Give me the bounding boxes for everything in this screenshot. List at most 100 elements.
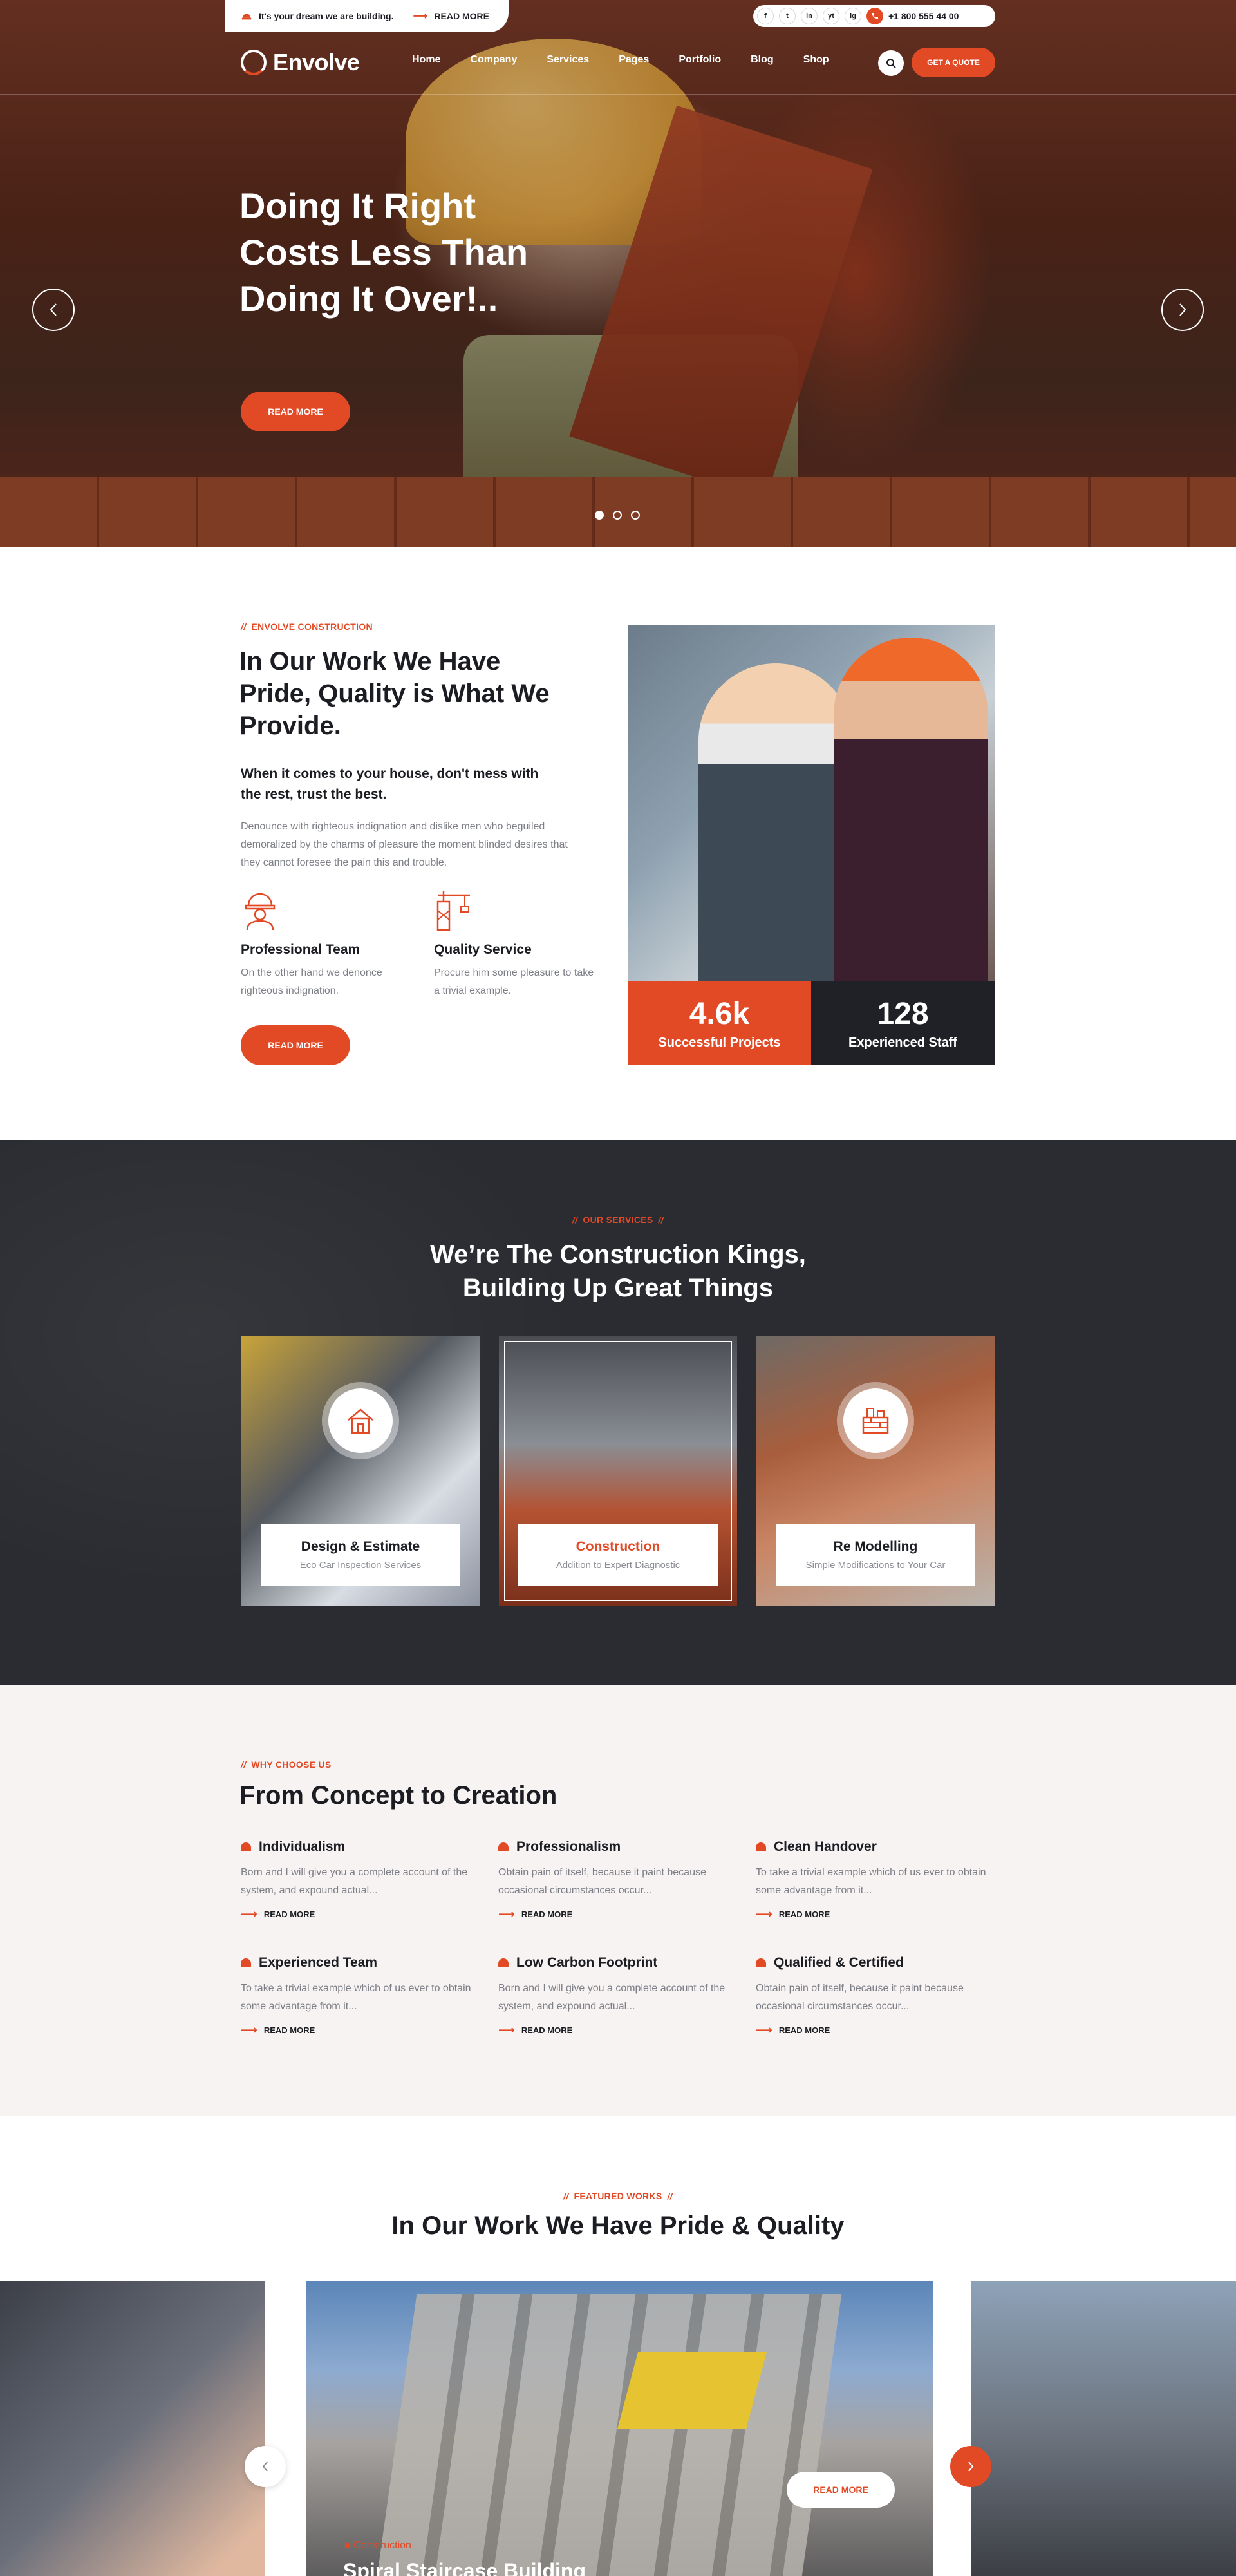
why-item-title: Experienced Team — [259, 1955, 378, 1970]
about-tagline: //ENVOLVE CONSTRUCTION — [241, 621, 373, 632]
why-tagline: //WHY CHOOSE US — [241, 1759, 332, 1770]
helmet-bullet-icon — [756, 1958, 766, 1967]
worker-icon — [245, 893, 276, 931]
chevron-right-icon — [1179, 303, 1186, 316]
nav-item-company[interactable]: Company — [470, 54, 517, 66]
why-item-individualism: Individualism Born and I will give you a… — [241, 1839, 473, 1921]
featured-tagline: //FEATURED WORKS// — [563, 2191, 673, 2201]
instagram-icon[interactable]: ig — [845, 8, 861, 24]
why-item-text: Born and I will give you a complete acco… — [241, 1867, 468, 1896]
portfolio-prev-button[interactable] — [245, 2446, 286, 2487]
feature-text: On the other hand we denonce righteous i… — [241, 967, 382, 996]
about-body: Denounce with righteous indignation and … — [241, 821, 568, 868]
chevron-left-icon — [50, 303, 57, 316]
service-name: Re Modelling — [833, 1539, 918, 1554]
portfolio-category: ■ Construction — [344, 2540, 411, 2551]
why-item-experienced-team: Experienced Team To take a trivial examp… — [241, 1955, 473, 2037]
helmet-bullet-icon — [498, 1958, 509, 1967]
phone-number[interactable]: +1 800 555 44 00 — [888, 11, 959, 21]
service-card-design-estimate[interactable]: Design & Estimate Eco Car Inspection Ser… — [241, 1336, 480, 1606]
arrow-right-icon: ⟶ — [756, 2023, 772, 2036]
helmet-bullet-icon — [756, 1842, 766, 1852]
service-name: Design & Estimate — [301, 1539, 420, 1554]
nav-item-pages[interactable]: Pages — [619, 54, 649, 66]
service-desc: Eco Car Inspection Services — [299, 1559, 422, 1571]
services-section: //OUR SERVICES// We’re The Construction … — [0, 1140, 1236, 1685]
stat-experienced-staff: 128 Experienced Staff — [811, 981, 995, 1065]
hero-prev-button[interactable] — [32, 289, 75, 331]
why-item-read-more-link[interactable]: ⟶ READ MORE — [241, 1908, 473, 1921]
top-bar: It's your dream we are building. ⟶ READ … — [0, 0, 1236, 32]
brand-logo[interactable]: Envolve — [241, 49, 360, 76]
hero-slider — [0, 0, 1236, 547]
services-tagline: //OUR SERVICES// — [572, 1215, 664, 1225]
arrow-right-icon: ⟶ — [756, 1908, 772, 1920]
slider-dot-1[interactable] — [595, 511, 604, 520]
why-item-professionalism: Professionalism Obtain pain of itself, b… — [498, 1839, 730, 1921]
header-divider — [0, 94, 1236, 95]
why-item-read-more-link[interactable]: ⟶ READ MORE — [756, 1908, 988, 1921]
slider-dot-2[interactable] — [613, 511, 622, 520]
why-item-read-more-link[interactable]: ⟶ READ MORE — [241, 2023, 473, 2037]
youtube-icon[interactable]: yt — [823, 8, 839, 24]
get-quote-button[interactable]: GET A QUOTE — [912, 48, 995, 77]
chevron-left-icon — [262, 2461, 268, 2472]
feature-title: Professional Team — [241, 942, 360, 957]
stat-value: 128 — [877, 997, 929, 1031]
arrow-right-icon: ⟶ — [241, 2023, 258, 2036]
arrow-right-icon: ⟶ — [498, 1908, 515, 1920]
why-title: From Concept to Creation — [239, 1781, 557, 1810]
portfolio-slide-prev[interactable] — [0, 2281, 265, 2576]
why-item-read-more-link[interactable]: ⟶ READ MORE — [498, 2023, 730, 2037]
feature-text: Procure him some pleasure to take a triv… — [434, 967, 594, 996]
announcement-read-more-link[interactable]: READ MORE — [434, 11, 489, 21]
why-item-text: Obtain pain of itself, because it paint … — [756, 1983, 964, 2012]
helmet-bullet-icon — [241, 1958, 251, 1967]
portfolio-slide-current[interactable]: ■ Construction Spiral Staircase Building — [306, 2281, 933, 2576]
nav-item-home[interactable]: Home — [412, 54, 440, 66]
why-item-read-more-link[interactable]: ⟶ READ MORE — [498, 1908, 730, 1921]
why-item-title: Professionalism — [516, 1839, 621, 1854]
stat-label: Successful Projects — [658, 1036, 781, 1050]
slider-dot-3[interactable] — [631, 511, 640, 520]
linkedin-icon[interactable]: in — [801, 8, 818, 24]
nav-item-portfolio[interactable]: Portfolio — [679, 54, 721, 66]
featured-title: In Our Work We Have Pride & Quality — [391, 2211, 845, 2240]
portfolio-title: Spiral Staircase Building — [343, 2559, 586, 2576]
arrow-right-icon: ⟶ — [413, 11, 428, 22]
nav-item-blog[interactable]: Blog — [751, 54, 774, 66]
why-item-low-carbon-footprint: Low Carbon Footprint Born and I will giv… — [498, 1955, 730, 2037]
stat-label: Experienced Staff — [848, 1036, 957, 1050]
why-item-text: Born and I will give you a complete acco… — [498, 1983, 726, 2012]
arrow-right-icon: ⟶ — [241, 1908, 258, 1920]
service-card-re-modelling[interactable]: Re Modelling Simple Modifications to You… — [756, 1336, 995, 1606]
contact-bar: f t in yt ig +1 800 555 44 00 — [753, 5, 995, 27]
facebook-icon[interactable]: f — [757, 8, 774, 24]
portfolio-read-more-button[interactable]: READ MORE — [787, 2472, 895, 2508]
search-button[interactable] — [878, 50, 904, 76]
why-item-title: Clean Handover — [774, 1839, 877, 1854]
nav-item-services[interactable]: Services — [547, 54, 589, 66]
helmet-icon — [241, 14, 252, 20]
hero-read-more-button[interactable]: READ MORE — [241, 392, 350, 431]
why-item-read-more-link[interactable]: ⟶ READ MORE — [756, 2023, 988, 2037]
nav-item-shop[interactable]: Shop — [803, 54, 829, 66]
service-desc: Addition to Expert Diagnostic — [556, 1559, 680, 1571]
feature-professional-team: Professional Team On the other hand we d… — [241, 889, 408, 1000]
twitter-icon[interactable]: t — [779, 8, 796, 24]
search-icon — [886, 59, 896, 68]
stat-successful-projects: 4.6k Successful Projects — [628, 981, 811, 1065]
stat-value: 4.6k — [689, 997, 750, 1031]
portfolio-next-button[interactable] — [950, 2446, 991, 2487]
featured-works-section: //FEATURED WORKS// In Our Work We Have P… — [0, 2116, 1236, 2576]
announcement-text: It's your dream we are building. — [259, 11, 394, 21]
services-title: We’re The Construction Kings, Building U… — [430, 1240, 806, 1302]
logo-icon — [241, 50, 267, 75]
service-card-construction[interactable]: Construction Addition to Expert Diagnost… — [499, 1336, 737, 1606]
why-item-text: Obtain pain of itself, because it paint … — [498, 1867, 706, 1896]
about-read-more-button[interactable]: READ MORE — [241, 1025, 350, 1065]
hero-next-button[interactable] — [1161, 289, 1204, 331]
portfolio-slide-next[interactable] — [971, 2281, 1236, 2576]
about-subtitle: When it comes to your house, don't mess … — [241, 766, 539, 802]
service-card-caption: Design & Estimate Eco Car Inspection Ser… — [261, 1524, 460, 1586]
